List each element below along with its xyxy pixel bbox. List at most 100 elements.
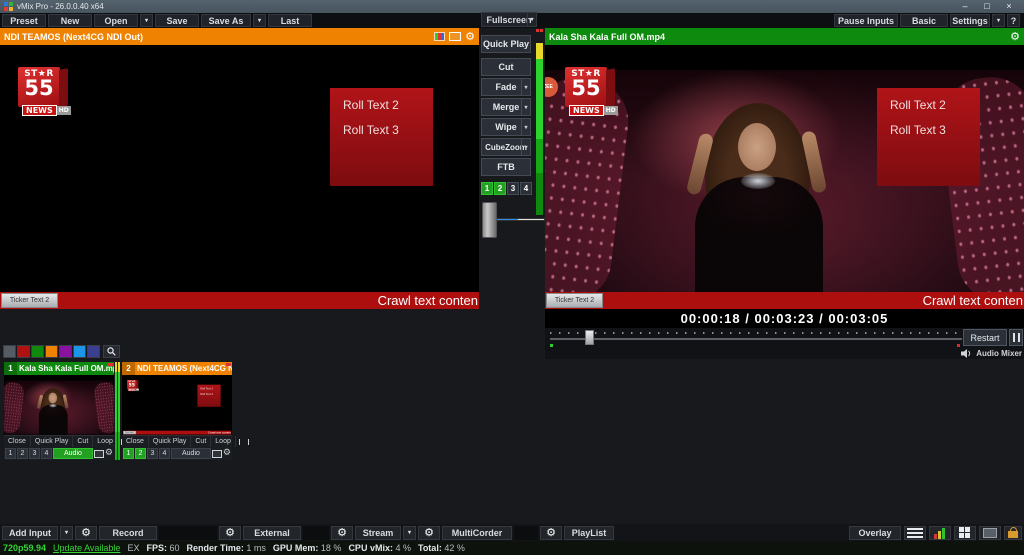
- stream-settings-button[interactable]: ⚙: [418, 526, 440, 540]
- multicorder-settings-button[interactable]: ⚙: [540, 526, 562, 540]
- external-settings-button[interactable]: ⚙: [331, 526, 353, 540]
- category-gray-button[interactable]: [3, 345, 16, 358]
- overlay-2-button[interactable]: 2: [17, 448, 28, 459]
- stream-dropdown[interactable]: ▾: [403, 526, 416, 540]
- input-2-header[interactable]: 2 NDI TEAMOS (Next4CG NDI Out): [122, 362, 232, 375]
- stream-button[interactable]: Stream: [355, 526, 401, 540]
- search-button[interactable]: [103, 345, 120, 358]
- input-2-thumbnail[interactable]: ST★R55 NEWSHD Roll Text 2 Roll Text 3 Ti…: [122, 375, 232, 435]
- category-blue-button[interactable]: [73, 345, 86, 358]
- overlay-1-button[interactable]: 1: [123, 448, 134, 459]
- cut-button[interactable]: Cut: [481, 58, 531, 76]
- cut-button[interactable]: Cut: [73, 436, 93, 447]
- quick-play-button[interactable]: Quick Play: [149, 436, 191, 447]
- gear-icon[interactable]: ⚙: [223, 449, 231, 458]
- loop-button[interactable]: Loop: [211, 436, 236, 447]
- external-button[interactable]: External: [243, 526, 301, 540]
- category-red-button[interactable]: [17, 345, 30, 358]
- record-button[interactable]: Record: [99, 526, 157, 540]
- open-button[interactable]: Open: [94, 14, 138, 27]
- restart-button[interactable]: Restart: [963, 329, 1007, 346]
- program-header[interactable]: Kala Sha Kala Full OM.mp4 ⚙: [545, 28, 1024, 45]
- merge-button[interactable]: Merge▾: [481, 98, 531, 116]
- chevron-down-icon[interactable]: ▾: [521, 99, 530, 115]
- overlay-3-button[interactable]: 3: [507, 182, 519, 195]
- new-button[interactable]: New: [48, 14, 92, 27]
- basic-button[interactable]: Basic: [900, 14, 948, 27]
- program-video[interactable]: ZEE ST★R55 NEWSHD Roll Text 2 Roll Text …: [545, 45, 1024, 309]
- overlay-4-button[interactable]: 4: [520, 182, 532, 195]
- preview-video[interactable]: ST★R55 NEWSHD Roll Text 2 Roll Text 3 Ti…: [0, 45, 479, 309]
- wipe-button[interactable]: Wipe▾: [481, 118, 531, 136]
- category-indigo-button[interactable]: [87, 345, 100, 358]
- close-button[interactable]: ×: [998, 0, 1020, 13]
- last-button[interactable]: Last: [268, 14, 312, 27]
- maximize-button[interactable]: □: [976, 0, 998, 13]
- playlist-button[interactable]: PlayList: [564, 526, 614, 540]
- monitor-icon[interactable]: [212, 450, 222, 458]
- overlay-1-button[interactable]: 1: [5, 448, 16, 459]
- cubezoom-button[interactable]: CubeZoom▾: [481, 138, 531, 156]
- preset-button[interactable]: Preset: [2, 14, 46, 27]
- audio-button[interactable]: Audio: [53, 448, 93, 459]
- chevron-down-icon[interactable]: ▾: [521, 139, 530, 155]
- colorbar-icon[interactable]: [434, 32, 445, 41]
- gear-icon[interactable]: ⚙: [1010, 31, 1020, 42]
- save-button[interactable]: Save: [155, 14, 199, 27]
- monitor-icon[interactable]: [449, 32, 461, 41]
- cut-button[interactable]: Cut: [191, 436, 211, 447]
- overlay-2-button[interactable]: 2: [494, 182, 506, 195]
- save-as-dropdown[interactable]: ▾: [253, 14, 266, 27]
- chevron-down-icon[interactable]: ▾: [527, 13, 536, 26]
- input-1-thumbnail[interactable]: [4, 375, 114, 435]
- pause-icon[interactable]: [239, 439, 249, 445]
- settings-button[interactable]: Settings: [950, 14, 990, 27]
- help-button[interactable]: ?: [1007, 14, 1020, 27]
- overlay-2-button[interactable]: 2: [135, 448, 146, 459]
- overlay-1-button[interactable]: 1: [481, 182, 493, 195]
- ticker-title-button[interactable]: Ticker Text 2: [546, 293, 603, 308]
- close-button[interactable]: Close: [122, 436, 149, 447]
- add-input-button[interactable]: Add Input: [2, 526, 58, 540]
- multiview-button[interactable]: [954, 526, 976, 540]
- add-input-settings-button[interactable]: ⚙: [75, 526, 97, 540]
- input-1-header[interactable]: 1 Kala Sha Kala Full OM.mp4: [4, 362, 114, 375]
- gear-icon[interactable]: ⚙: [105, 449, 113, 458]
- add-input-dropdown[interactable]: ▾: [60, 526, 73, 540]
- save-as-button[interactable]: Save As: [201, 14, 251, 27]
- overlay-button[interactable]: Overlay: [849, 526, 901, 540]
- minimize-button[interactable]: –: [954, 0, 976, 13]
- update-available-link[interactable]: Update Available: [53, 543, 120, 553]
- record-settings-button[interactable]: ⚙: [219, 526, 241, 540]
- lock-button[interactable]: [1004, 526, 1022, 540]
- audio-button[interactable]: Audio: [171, 448, 211, 459]
- audio-mixer-toggle[interactable]: Audio Mixer: [961, 349, 1022, 358]
- close-button[interactable]: Close: [4, 436, 31, 447]
- overlay-3-button[interactable]: 3: [147, 448, 158, 459]
- multicorder-button[interactable]: MultiCorder: [442, 526, 512, 540]
- monitor-icon[interactable]: [94, 450, 104, 458]
- category-purple-button[interactable]: [59, 345, 72, 358]
- pause-button[interactable]: [1009, 329, 1023, 346]
- overlay-4-button[interactable]: 4: [159, 448, 170, 459]
- pause-inputs-button[interactable]: Pause Inputs: [834, 14, 898, 27]
- chevron-down-icon[interactable]: ▾: [521, 119, 530, 135]
- preview-header[interactable]: NDI TEAMOS (Next4CG NDI Out) ⚙: [0, 28, 479, 45]
- overlay-3-button[interactable]: 3: [29, 448, 40, 459]
- fade-button[interactable]: Fade▾: [481, 78, 531, 96]
- list-view-button[interactable]: [904, 526, 926, 540]
- category-green-button[interactable]: [31, 345, 44, 358]
- ticker-title-button[interactable]: Ticker Text 2: [1, 293, 58, 308]
- audio-meters-button[interactable]: [929, 526, 951, 540]
- fullscreen-output-button[interactable]: [979, 526, 1001, 540]
- quick-play-button[interactable]: Quick Play: [481, 35, 531, 53]
- seek-handle[interactable]: [585, 330, 594, 345]
- seek-track[interactable]: [550, 338, 962, 340]
- quick-play-button[interactable]: Quick Play: [31, 436, 73, 447]
- gear-icon[interactable]: ⚙: [465, 31, 475, 42]
- settings-dropdown[interactable]: ▾: [992, 14, 1005, 27]
- fullscreen-button[interactable]: Fullscreen ▾: [481, 12, 537, 27]
- category-orange-button[interactable]: [45, 345, 58, 358]
- overlay-4-button[interactable]: 4: [41, 448, 52, 459]
- chevron-down-icon[interactable]: ▾: [521, 79, 530, 95]
